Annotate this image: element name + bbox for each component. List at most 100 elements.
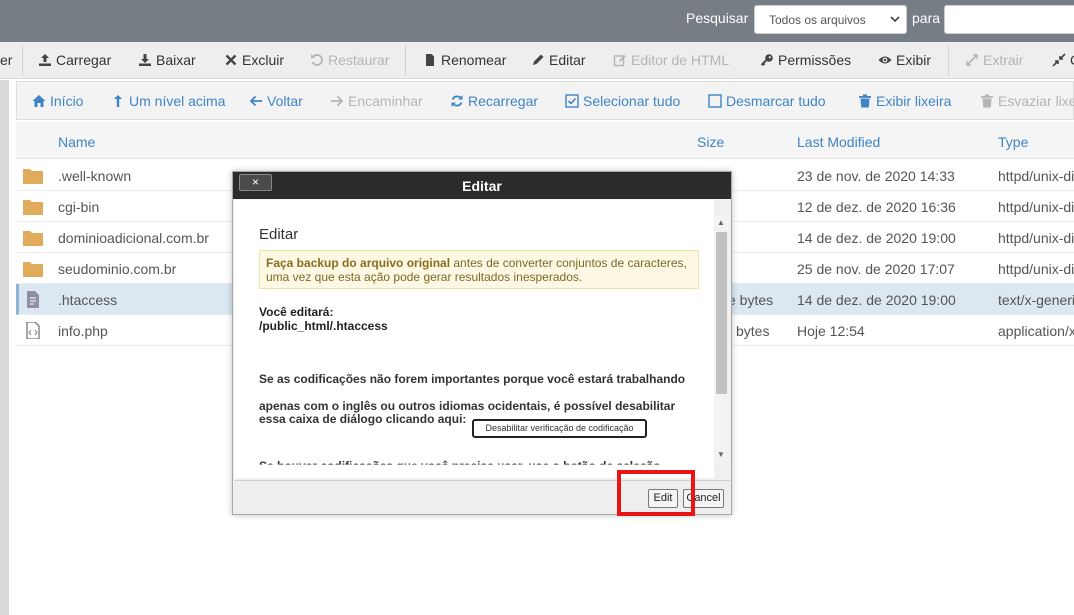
- column-header-modified[interactable]: Last Modified: [797, 134, 880, 150]
- folder-icon: [23, 200, 43, 215]
- file-name: .htaccess: [58, 292, 118, 308]
- file-type: application/x: [998, 323, 1074, 339]
- extract-button[interactable]: Extrair: [965, 52, 1023, 68]
- download-button[interactable]: Baixar: [138, 52, 196, 68]
- dialog-scrollbar[interactable]: ▲ ▼: [714, 216, 729, 462]
- delete-label: Excluir: [242, 52, 285, 68]
- dialog-body: Editar Faça backup do arquivo original a…: [234, 200, 714, 478]
- undo-icon: [311, 54, 323, 66]
- disable-encoding-check-button[interactable]: Desabilitar verificação de codificação: [472, 419, 647, 438]
- chevron-down-icon: [890, 16, 900, 23]
- view-trash-label: Exibir lixeira: [876, 93, 952, 109]
- html-editor-label: Editor de HTML: [631, 52, 730, 68]
- empty-trash-label: Esvaziar lixe: [998, 93, 1074, 109]
- forward-button[interactable]: Encaminhar: [330, 93, 423, 109]
- document-icon: [27, 291, 39, 308]
- key-icon: [760, 54, 773, 66]
- up-one-level-button[interactable]: Um nível acima: [111, 93, 225, 109]
- search-label: Pesquisar: [686, 10, 749, 26]
- download-icon: [139, 54, 151, 66]
- folder-icon: [23, 262, 43, 277]
- search-scope-select[interactable]: Todos os arquivos: [754, 5, 907, 34]
- deselect-all-button[interactable]: Desmarcar tudo: [708, 93, 826, 109]
- compress-icon: [1052, 53, 1066, 67]
- toolbar-divider: [22, 45, 23, 76]
- main-toolbar: er Carregar Baixar Excluir Restaurar Ren…: [0, 42, 1074, 79]
- trash-icon: [981, 94, 993, 108]
- edit-button[interactable]: Editar: [531, 52, 586, 68]
- left-scroll-track[interactable]: [0, 80, 9, 615]
- folder-icon: [23, 169, 43, 184]
- rename-label: Renomear: [441, 52, 507, 68]
- checkbox-checked-icon: [565, 94, 579, 108]
- refresh-icon: [451, 95, 463, 107]
- forward-label: Encaminhar: [348, 93, 423, 109]
- up-one-level-label: Um nível acima: [129, 93, 226, 109]
- edit-dialog: × Editar Editar Faça backup do arquivo o…: [232, 171, 732, 515]
- extract-label: Extrair: [983, 52, 1024, 68]
- search-input[interactable]: [944, 5, 1074, 34]
- file-type: httpd/unix-di: [998, 261, 1074, 277]
- dialog-title-bar[interactable]: × Editar: [233, 172, 731, 199]
- edit-target-label: Você editará:: [259, 305, 334, 319]
- file-modified: 14 de dez. de 2020 19:00: [797, 230, 956, 246]
- column-header-name[interactable]: Name: [58, 134, 95, 150]
- encoding-hint-text: Se houver codificações que você precise …: [259, 459, 661, 473]
- upload-icon: [39, 54, 51, 66]
- file-name: seudominio.com.br: [58, 261, 177, 277]
- file-type: httpd/unix-di: [998, 199, 1074, 215]
- view-button[interactable]: Exibir: [878, 52, 931, 68]
- toolbar-item-partial[interactable]: er: [0, 52, 12, 68]
- search-bar: Pesquisar Todos os arquivos para: [0, 0, 1074, 42]
- scroll-up-icon[interactable]: ▲: [717, 218, 725, 227]
- encoding-paragraph-end: essa caixa de diálogo clicando aqui:: [259, 412, 467, 426]
- select-all-button[interactable]: Selecionar tudo: [565, 93, 680, 109]
- trash-icon: [859, 94, 871, 108]
- dialog-heading: Editar: [259, 226, 299, 243]
- edit-square-icon: [613, 55, 626, 67]
- compress-label: C: [1070, 52, 1074, 68]
- column-header-size[interactable]: Size: [697, 134, 724, 150]
- backup-warning: Faça backup do arquivo original antes de…: [259, 250, 699, 289]
- file-modified: Hoje 12:54: [797, 323, 865, 339]
- file-name: .well-known: [58, 168, 132, 184]
- empty-trash-button[interactable]: Esvaziar lixe: [980, 93, 1074, 109]
- level-up-icon: [114, 95, 122, 107]
- edit-target-path: /public_html/.htaccess: [259, 319, 388, 333]
- rename-button[interactable]: Renomear: [423, 52, 506, 68]
- file-icon: [426, 54, 434, 66]
- highlight-box: [617, 470, 695, 516]
- column-header-type[interactable]: Type: [998, 134, 1028, 150]
- upload-button[interactable]: Carregar: [38, 52, 111, 68]
- scroll-down-icon[interactable]: ▼: [717, 450, 725, 459]
- checkbox-empty-icon: [708, 94, 722, 108]
- pencil-icon: [533, 54, 544, 65]
- permissions-button[interactable]: Permissões: [760, 52, 851, 68]
- dialog-title: Editar: [462, 178, 502, 194]
- table-header: Name Size Last Modified Type: [16, 122, 1074, 159]
- dialog-scroll-thumb[interactable]: [716, 232, 727, 394]
- file-name: cgi-bin: [58, 199, 100, 215]
- warning-bold-text: Faça backup do arquivo original: [266, 256, 451, 270]
- arrow-left-icon: [249, 95, 262, 107]
- file-modified: 25 de nov. de 2020 17:07: [797, 261, 955, 277]
- delete-button[interactable]: Excluir: [224, 52, 284, 68]
- reload-button[interactable]: Recarregar: [450, 93, 538, 109]
- home-button[interactable]: Início: [32, 93, 83, 109]
- arrow-right-icon: [331, 95, 344, 107]
- compress-button[interactable]: C: [1052, 52, 1074, 68]
- upload-label: Carregar: [56, 52, 112, 68]
- toolbar-divider: [405, 45, 406, 76]
- view-trash-button[interactable]: Exibir lixeira: [858, 93, 951, 109]
- home-label: Início: [50, 93, 84, 109]
- file-name: dominioadicional.com.br: [58, 230, 209, 246]
- reload-label: Recarregar: [468, 93, 539, 109]
- file-name: info.php: [58, 323, 108, 339]
- restore-button[interactable]: Restaurar: [310, 52, 389, 68]
- file-modified: 14 de dez. de 2020 19:00: [797, 292, 956, 308]
- close-icon: [225, 54, 237, 66]
- html-editor-button[interactable]: Editor de HTML: [613, 52, 729, 68]
- select-all-label: Selecionar tudo: [583, 93, 681, 109]
- back-button[interactable]: Voltar: [249, 93, 303, 109]
- folder-icon: [23, 231, 43, 246]
